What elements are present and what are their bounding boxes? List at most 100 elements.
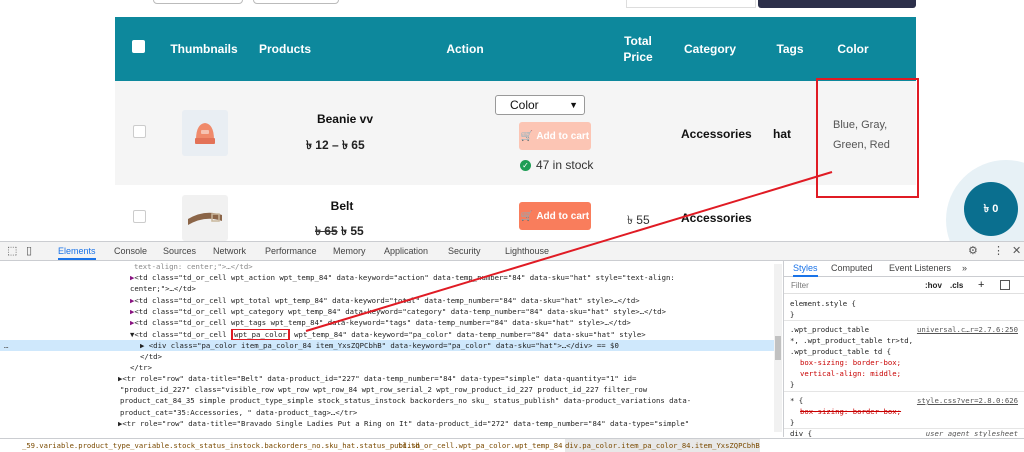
- annotation-highlight-box: [816, 78, 919, 198]
- product-name[interactable]: Beanie vv: [305, 112, 385, 126]
- dom-node-line[interactable]: ▶<td class="td_or_cell wpt_total wpt_tem…: [0, 295, 782, 306]
- styles-filter-input[interactable]: Filter: [791, 281, 809, 290]
- stock-text: 47 in stock: [536, 158, 594, 172]
- ellipsis-icon[interactable]: …: [4, 340, 8, 351]
- rule-source-link[interactable]: universal.c…r=2.7.6:250: [917, 325, 1018, 334]
- dom-node-line-selected[interactable]: … ▶ <div class="pa_color item_pa_color_8…: [0, 340, 782, 352]
- more-options-icon[interactable]: ⋮: [993, 244, 1004, 257]
- top-button-right[interactable]: [253, 0, 339, 4]
- cart-icon: 🛒: [520, 210, 534, 222]
- tab-event-listeners[interactable]: Event Listeners: [889, 263, 951, 273]
- tab-network[interactable]: Network: [213, 242, 246, 260]
- rule-selector[interactable]: *, .wpt_product_table tr>td,: [790, 336, 913, 345]
- styles-tabbar: Styles Computed Event Listeners »: [784, 261, 1024, 277]
- class-toggle[interactable]: .cls: [950, 281, 963, 290]
- header-color: Color: [837, 42, 869, 56]
- dom-node-line[interactable]: ▶<td class="td_or_cell wpt_tags wpt_temp…: [0, 317, 782, 328]
- check-circle-icon: ✓: [520, 159, 531, 171]
- breadcrumb-item-active[interactable]: div.pa_color.item_pa_color_84.item_YxsZQ…: [565, 439, 760, 452]
- rule-selector[interactable]: .wpt_product_table: [790, 325, 869, 334]
- css-property[interactable]: box-sizing: border-box;: [800, 358, 901, 367]
- elements-scrollbar-thumb[interactable]: [775, 336, 781, 360]
- tab-performance[interactable]: Performance: [265, 242, 317, 260]
- dom-node-line[interactable]: ▶<td class="td_or_cell wpt_category wpt_…: [0, 306, 782, 317]
- select-all-checkbox[interactable]: [132, 40, 145, 53]
- color-select[interactable]: Color ▼: [495, 95, 585, 115]
- beanie-image-icon: [195, 123, 215, 144]
- product-table-header: Thumbnails Products Action Total Price C…: [115, 17, 916, 81]
- row-checkbox[interactable]: [133, 210, 146, 223]
- add-to-cart-button[interactable]: 🛒 Add to cart: [519, 202, 591, 230]
- dom-node-text: <td class="td_or_cell wpt_action wpt_tem…: [134, 273, 675, 282]
- dom-node-text: ▼<td class="td_or_cell: [130, 330, 232, 339]
- tab-computed[interactable]: Computed: [831, 263, 873, 273]
- breadcrumb-item[interactable]: _59.variable.product_type_variable.stock…: [22, 439, 420, 452]
- tab-elements[interactable]: Elements: [58, 242, 96, 260]
- rule-source-link[interactable]: style.css?ver=2.8.0:626: [917, 396, 1018, 405]
- dom-node-line[interactable]: "product_id_227" class="visible_row wpt_…: [0, 384, 782, 395]
- dom-node-text: <td class="td_or_cell wpt_tags wpt_temp_…: [134, 318, 631, 327]
- web-page-viewport: Thumbnails Products Action Total Price C…: [0, 0, 1024, 241]
- tab-security[interactable]: Security: [448, 242, 481, 260]
- more-tabs-icon[interactable]: »: [962, 263, 967, 273]
- devtools-panel: ⬚ ▯ Elements Console Sources Network Per…: [0, 241, 1024, 452]
- search-button[interactable]: [758, 0, 916, 8]
- dom-node-text: <td class="td_or_cell wpt_category wpt_t…: [134, 307, 666, 316]
- search-input[interactable]: [626, 0, 756, 8]
- tags-value[interactable]: hat: [773, 127, 791, 141]
- element-style-rule[interactable]: element.style {: [790, 299, 856, 308]
- breadcrumb-item[interactable]: td.td_or_cell.wpt_pa_color.wpt_temp_84: [398, 439, 562, 452]
- inspect-element-icon[interactable]: ⬚: [7, 244, 17, 257]
- rule-separator: [784, 391, 1024, 392]
- tab-styles[interactable]: Styles: [793, 263, 818, 277]
- product-price: ৳ 12 – ৳ 65: [306, 138, 365, 152]
- css-property[interactable]: vertical-align: middle;: [800, 369, 901, 378]
- tab-lighthouse[interactable]: Lighthouse: [505, 242, 549, 260]
- category-value[interactable]: Accessories: [681, 127, 752, 141]
- header-total-price: Total Price: [623, 34, 653, 64]
- rule-close-brace: }: [790, 310, 795, 319]
- header-products: Products: [258, 42, 311, 56]
- dom-node-line[interactable]: </tr>: [0, 362, 782, 373]
- new-style-rule-button[interactable]: +: [978, 279, 984, 291]
- header-category: Category: [683, 42, 736, 56]
- tab-application[interactable]: Application: [384, 242, 428, 260]
- close-icon[interactable]: ✕: [1012, 244, 1021, 257]
- dom-node-text: ▶ <div class="pa_color item_pa_color_84 …: [140, 341, 619, 350]
- product-thumbnail[interactable]: [182, 195, 228, 241]
- header-action: Action: [446, 42, 484, 56]
- tab-console[interactable]: Console: [114, 242, 147, 260]
- css-property-overridden[interactable]: box-sizing: border-box;: [800, 407, 901, 416]
- rule-selector[interactable]: div {: [790, 429, 812, 437]
- styles-pane: Styles Computed Event Listeners » Filter…: [783, 261, 1024, 437]
- rule-close-brace: }: [790, 380, 795, 389]
- dom-node-line-color-td[interactable]: ▼<td class="td_or_cell wpt_pa_color wpt_…: [0, 329, 782, 341]
- settings-gear-icon[interactable]: ⚙: [968, 244, 978, 257]
- tab-memory[interactable]: Memory: [333, 242, 366, 260]
- dom-node-line[interactable]: ▶<tr role="row" data-title="Bravado Sing…: [0, 418, 782, 429]
- dom-node-text: wpt_temp_84" data-keyword="pa_color" dat…: [289, 330, 646, 339]
- add-to-cart-button-disabled[interactable]: 🛒 Add to cart: [519, 122, 591, 150]
- category-value[interactable]: Accessories: [681, 211, 752, 225]
- dom-node-line[interactable]: text-align: center;">…</td>: [0, 261, 782, 272]
- product-thumbnail[interactable]: [182, 110, 228, 156]
- sale-price: ৳ 55: [341, 224, 364, 238]
- product-name[interactable]: Belt: [302, 199, 382, 213]
- mini-cart-button[interactable]: ৳ 0: [964, 182, 1018, 236]
- rule-selector[interactable]: * {: [790, 396, 803, 405]
- dom-node-line[interactable]: center;">…</td>: [0, 283, 782, 294]
- device-toolbar-icon[interactable]: ▯: [26, 244, 32, 257]
- dom-node-line[interactable]: ▶<td class="td_or_cell wpt_action wpt_te…: [0, 272, 782, 283]
- old-price: ৳ 65: [315, 224, 338, 238]
- row-checkbox[interactable]: [133, 125, 146, 138]
- hover-state-toggle[interactable]: :hov: [925, 281, 942, 290]
- dom-node-line[interactable]: </td>: [0, 351, 782, 362]
- belt-image-icon: [188, 212, 222, 225]
- rule-selector[interactable]: .wpt_product_table td {: [790, 347, 891, 356]
- dom-node-line[interactable]: product_cat_84_35 simple product_type_si…: [0, 395, 782, 406]
- top-button-left[interactable]: [153, 0, 243, 4]
- dom-node-line[interactable]: product_cat="35:Accessories, " data-prod…: [0, 407, 782, 418]
- tab-sources[interactable]: Sources: [163, 242, 196, 260]
- toggle-sidebar-icon[interactable]: [1000, 280, 1010, 290]
- dom-node-line[interactable]: ▶<tr role="row" data-title="Belt" data-p…: [0, 373, 782, 384]
